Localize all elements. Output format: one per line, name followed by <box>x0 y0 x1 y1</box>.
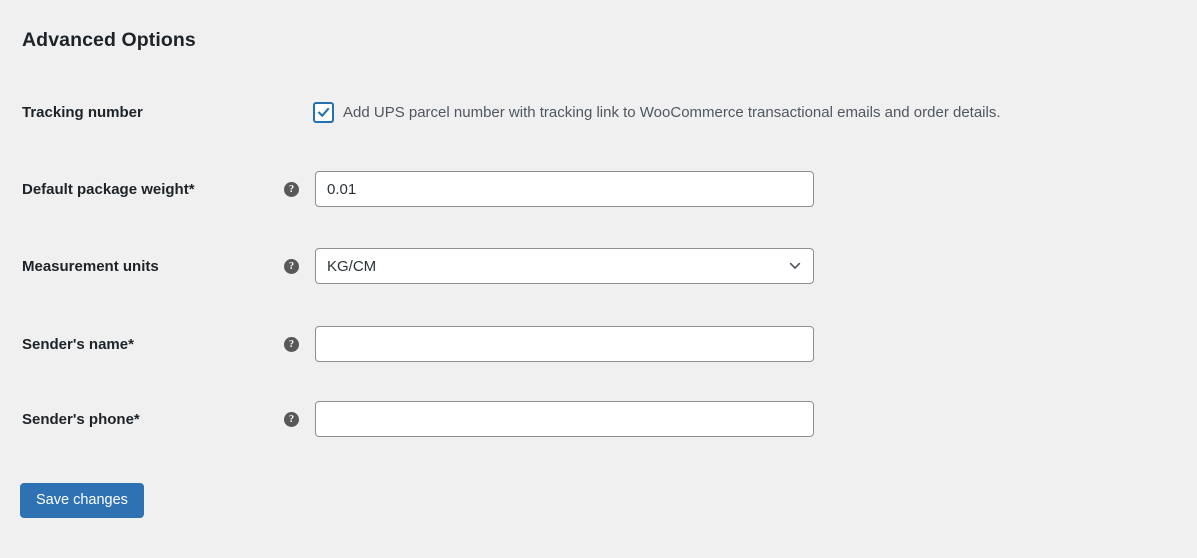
default-package-weight-input[interactable] <box>315 171 814 207</box>
measurement-units-select-wrap: KG/CM <box>315 248 814 284</box>
label-measurement-units: Measurement units <box>22 257 159 275</box>
sender-name-input[interactable] <box>315 326 814 362</box>
label-sender-phone: Sender's phone* <box>22 410 140 428</box>
question-mark-icon: ? <box>284 411 299 427</box>
label-sender-name: Sender's name* <box>22 335 134 353</box>
checkmark-icon <box>317 107 330 117</box>
help-icon-sender-name[interactable]: ? <box>283 326 300 362</box>
label-default-package-weight: Default package weight* <box>22 180 195 198</box>
form-row-default-package-weight: Default package weight* ? <box>0 171 1197 207</box>
label-tracking-number: Tracking number <box>22 103 143 121</box>
tracking-number-checkbox-label[interactable]: Add UPS parcel number with tracking link… <box>343 104 1001 121</box>
advanced-options-panel: Advanced Options Tracking number Add UPS… <box>0 0 1197 558</box>
form-row-tracking-number: Tracking number Add UPS parcel number wi… <box>0 94 1197 130</box>
question-mark-icon: ? <box>284 258 299 274</box>
sender-phone-input[interactable] <box>315 401 814 437</box>
field-wrap-sender-phone <box>315 401 814 437</box>
help-icon-default-package-weight[interactable]: ? <box>283 171 300 207</box>
page-title: Advanced Options <box>22 29 196 51</box>
field-wrap-default-package-weight <box>315 171 814 207</box>
field-wrap-measurement-units: KG/CM <box>315 248 814 284</box>
measurement-units-select[interactable]: KG/CM <box>315 248 814 284</box>
save-changes-button[interactable]: Save changes <box>20 483 144 518</box>
help-icon-measurement-units[interactable]: ? <box>283 248 300 284</box>
form-row-measurement-units: Measurement units ? KG/CM <box>0 248 1197 284</box>
form-row-sender-name: Sender's name* ? <box>0 326 1197 362</box>
help-icon-sender-phone[interactable]: ? <box>283 401 300 437</box>
question-mark-icon: ? <box>284 181 299 197</box>
tracking-number-checkbox-row[interactable]: Add UPS parcel number with tracking link… <box>313 94 1001 130</box>
tracking-number-checkbox[interactable] <box>313 101 334 123</box>
form-row-sender-phone: Sender's phone* ? <box>0 401 1197 437</box>
question-mark-icon: ? <box>284 336 299 352</box>
field-wrap-sender-name <box>315 326 814 362</box>
